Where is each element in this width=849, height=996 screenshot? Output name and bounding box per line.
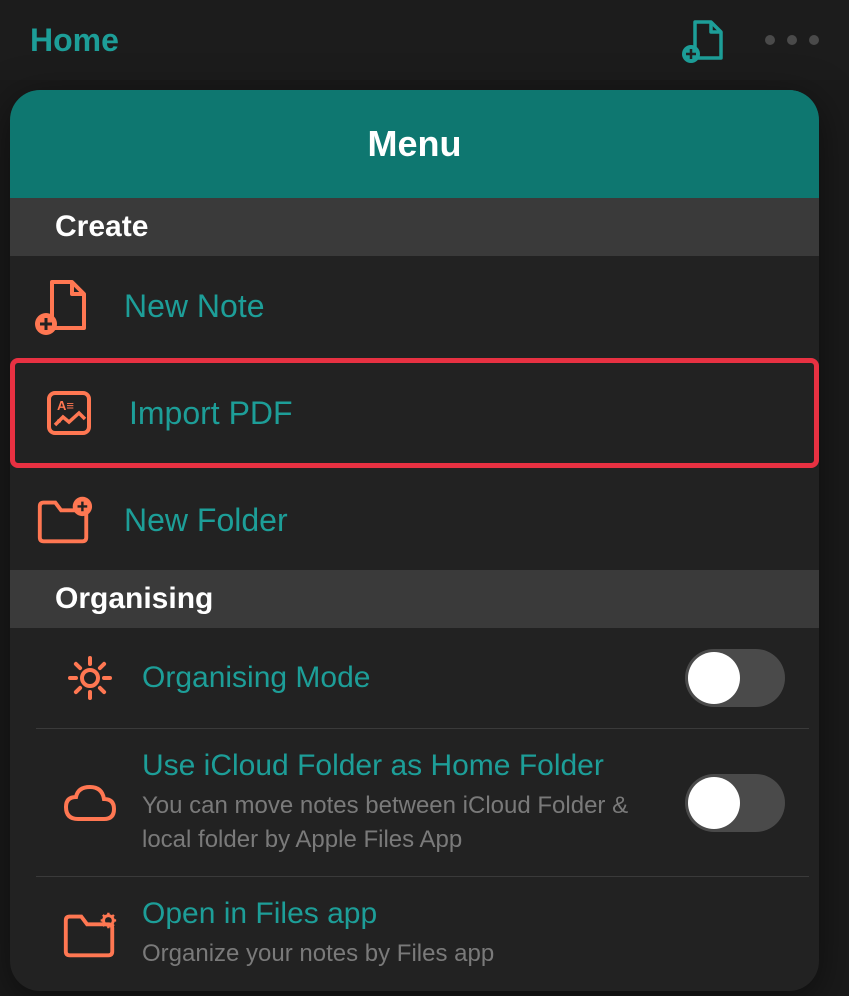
new-note-icon[interactable] bbox=[681, 16, 725, 64]
files-app-content: Open in Files app Organize your notes by… bbox=[142, 897, 785, 971]
menu-item-new-note[interactable]: New Note bbox=[10, 256, 819, 356]
menu-title: Menu bbox=[368, 123, 462, 165]
icloud-title: Use iCloud Folder as Home Folder bbox=[142, 749, 663, 783]
menu-item-import-pdf[interactable]: A≡ Import PDF bbox=[10, 358, 819, 468]
import-pdf-icon: A≡ bbox=[39, 383, 99, 443]
menu-header: Menu bbox=[10, 90, 819, 198]
svg-text:A≡: A≡ bbox=[57, 398, 74, 413]
icloud-toggle[interactable] bbox=[685, 774, 785, 832]
import-pdf-label: Import PDF bbox=[129, 395, 293, 432]
menu-item-new-folder[interactable]: New Folder bbox=[10, 470, 819, 570]
folder-gear-icon bbox=[60, 904, 120, 964]
new-note-label: New Note bbox=[124, 288, 265, 325]
section-title-organising: Organising bbox=[55, 582, 774, 616]
organising-mode-content: Organising Mode bbox=[142, 661, 663, 695]
section-header-create: Create bbox=[10, 198, 819, 256]
top-bar: Home bbox=[0, 0, 849, 80]
section-header-organising: Organising bbox=[10, 570, 819, 628]
new-folder-icon bbox=[34, 490, 94, 550]
home-button[interactable]: Home bbox=[30, 22, 119, 59]
organising-mode-toggle[interactable] bbox=[685, 649, 785, 707]
new-folder-label: New Folder bbox=[124, 502, 288, 539]
menu-item-organising-mode[interactable]: Organising Mode bbox=[36, 628, 809, 729]
more-options-icon[interactable] bbox=[765, 35, 819, 45]
files-app-subtitle: Organize your notes by Files app bbox=[142, 937, 785, 971]
top-right-controls bbox=[681, 16, 819, 64]
files-app-title: Open in Files app bbox=[142, 897, 785, 931]
organising-mode-label: Organising Mode bbox=[142, 661, 663, 695]
menu-popover: Menu Create New Note A≡ Import PDF bbox=[10, 90, 819, 991]
menu-item-files-app[interactable]: Open in Files app Organize your notes by… bbox=[36, 877, 809, 991]
cloud-icon bbox=[60, 773, 120, 833]
new-note-file-icon bbox=[34, 276, 94, 336]
icloud-content: Use iCloud Folder as Home Folder You can… bbox=[142, 749, 663, 856]
section-title-create: Create bbox=[55, 210, 774, 244]
menu-item-icloud[interactable]: Use iCloud Folder as Home Folder You can… bbox=[36, 729, 809, 877]
icloud-subtitle: You can move notes between iCloud Folder… bbox=[142, 789, 663, 856]
gear-icon bbox=[60, 648, 120, 708]
